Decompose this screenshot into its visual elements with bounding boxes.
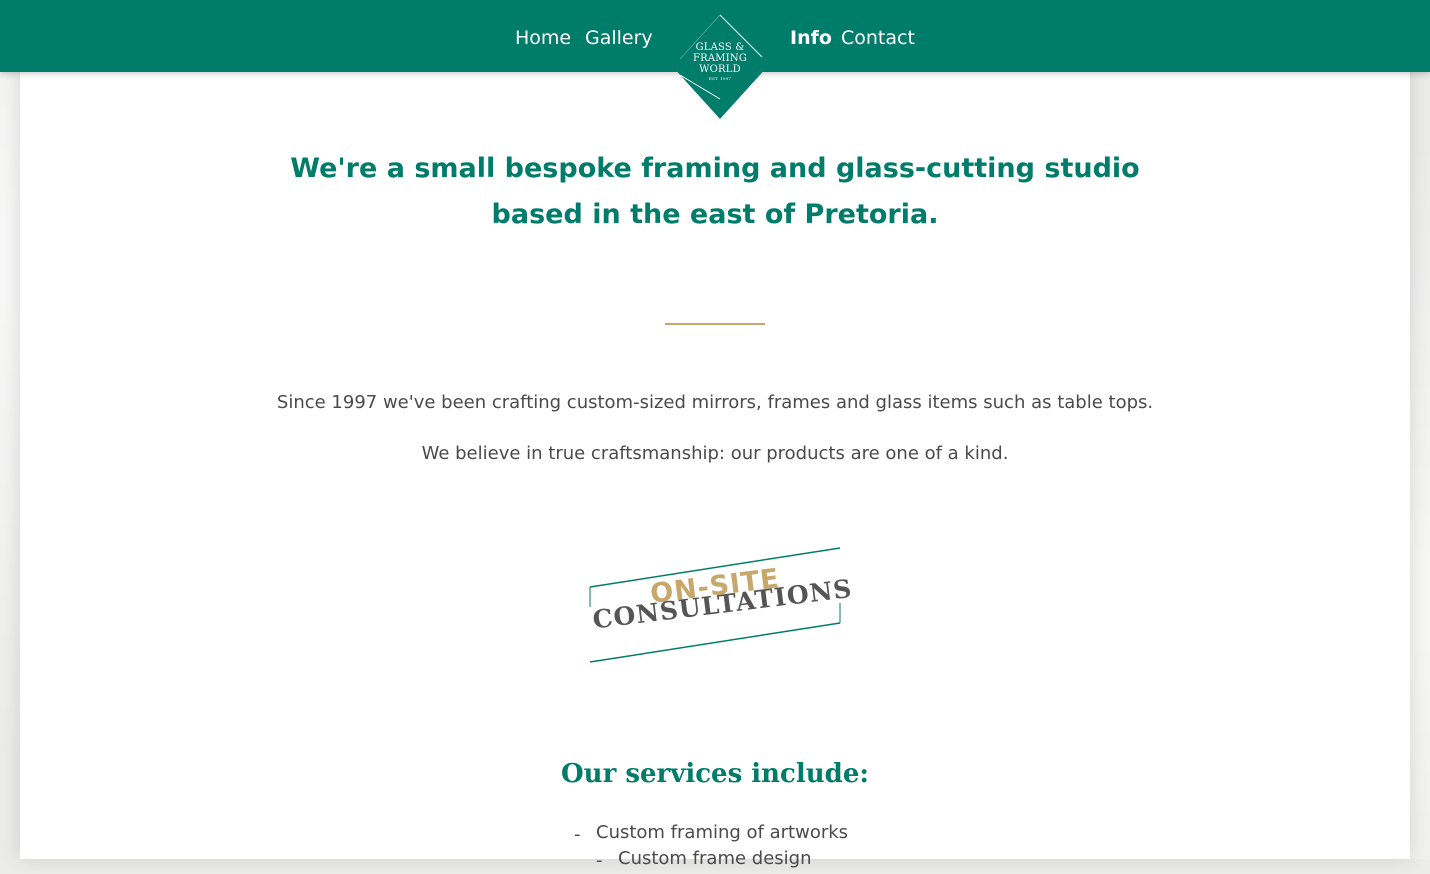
logo-line-2: FRAMING (692, 53, 748, 64)
service-item-text: Custom framing of artworks (596, 822, 849, 843)
logo-established: EST. 1997 (708, 76, 732, 81)
brand-logo[interactable]: GLASS & FRAMING WORLD EST. 1997 (672, 13, 768, 119)
gold-divider (665, 323, 765, 325)
list-item: - Custom frame design (574, 846, 848, 872)
logo-wordmark: GLASS & FRAMING WORLD EST. 1997 (672, 42, 768, 82)
on-site-consultations-badge: CONSULTATIONS ON-SITE (588, 545, 854, 665)
list-item: - Custom framing of artworks (574, 820, 848, 846)
intro-paragraph-2: We believe in true craftsmanship: our pr… (421, 443, 1009, 464)
nav-home-link[interactable]: Home (515, 24, 571, 52)
services-heading: Our services include: (561, 759, 869, 789)
logo-line-1: GLASS & (695, 42, 745, 53)
intro-paragraph-1: Since 1997 we've been crafting custom-si… (276, 392, 1154, 413)
content-card (20, 0, 1410, 859)
nav-info-link[interactable]: Info (790, 24, 832, 52)
hero-headline: We're a small bespoke framing and glass-… (290, 153, 1140, 230)
list-dash: - (596, 850, 603, 871)
logo-line-3: WORLD (699, 64, 741, 75)
nav-contact-link[interactable]: Contact (841, 24, 915, 52)
services-list: - Custom framing of artworks - Custom fram… (574, 820, 848, 872)
nav-gallery-link[interactable]: Gallery (585, 24, 653, 52)
list-dash: - (574, 824, 581, 845)
